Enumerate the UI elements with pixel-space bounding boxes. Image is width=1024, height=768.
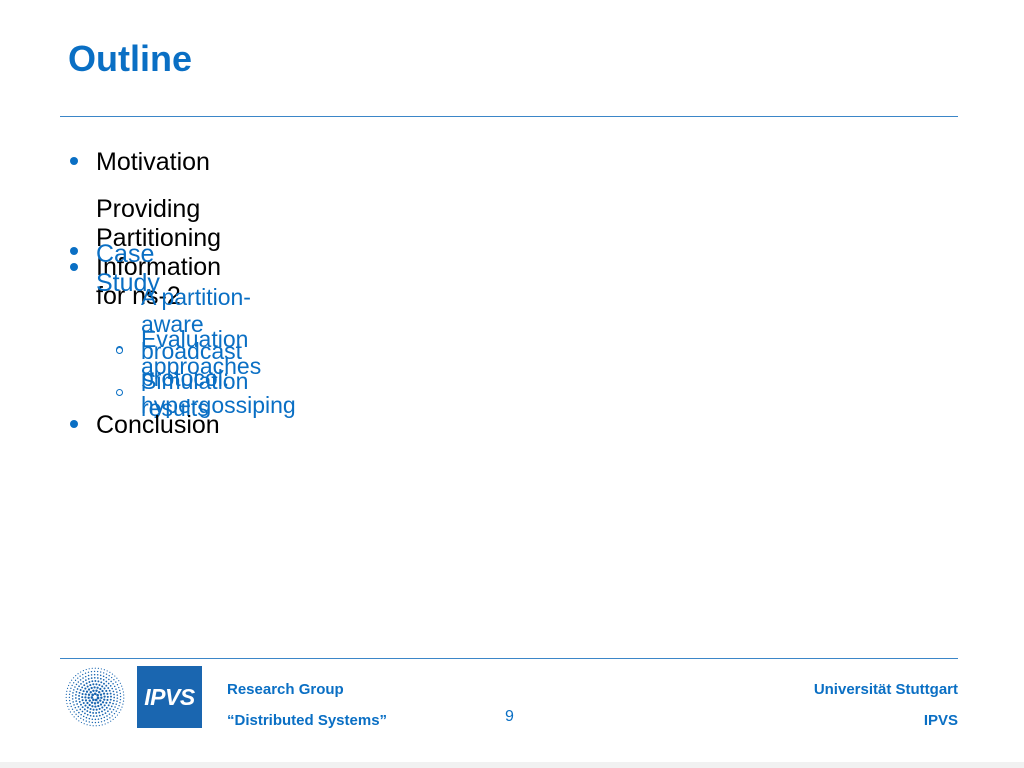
ipvs-logo-text: IPVS xyxy=(144,683,195,710)
ipvs-logo: IPVS xyxy=(137,666,202,728)
bottom-strip xyxy=(0,762,1024,768)
bullet-dot-icon xyxy=(70,419,78,428)
title-divider xyxy=(60,116,958,117)
university-name: Universität Stuttgart xyxy=(813,681,958,698)
bullet-dot-icon xyxy=(70,247,78,255)
footer-divider xyxy=(60,658,958,659)
page-number: 9 xyxy=(505,708,514,725)
bullet-item-motivation: Motivation xyxy=(70,148,210,177)
slide-title: Outline xyxy=(68,38,192,79)
university-stuttgart-logo-icon xyxy=(65,667,125,727)
bullet-dot-icon xyxy=(70,156,78,165)
bullet-dot-icon xyxy=(70,263,78,271)
bullet-label: Conclusion xyxy=(96,411,220,439)
research-group-name: “Distributed Systems” xyxy=(227,712,388,729)
bullet-label: Motivation xyxy=(96,148,210,176)
institute-name: IPVS xyxy=(923,712,958,729)
subbullet-circle-icon xyxy=(116,347,123,354)
research-group-label: Research Group xyxy=(227,681,344,698)
bullet-item-conclusion: Conclusion xyxy=(70,411,220,440)
subbullet-circle-icon xyxy=(116,389,123,396)
